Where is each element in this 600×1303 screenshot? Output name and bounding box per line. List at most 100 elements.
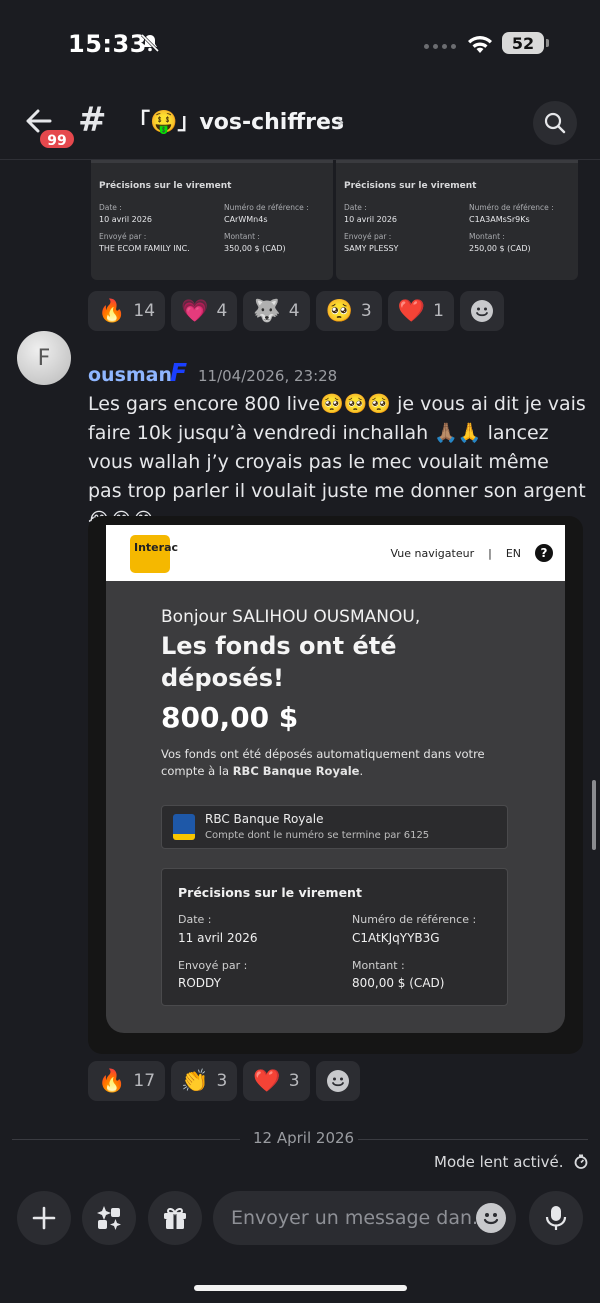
- fire-icon: 🔥: [98, 298, 126, 324]
- add-reaction-button[interactable]: [315, 1061, 360, 1101]
- help-icon: ?: [535, 544, 553, 562]
- sender-value: RODDY: [178, 976, 221, 990]
- headline: Les fonds ont été déposés!: [161, 632, 397, 692]
- reaction-clap[interactable]: 👏 3: [171, 1061, 238, 1101]
- reaction-count: 3: [216, 1071, 228, 1091]
- avatar[interactable]: F: [17, 331, 71, 385]
- scrollbar[interactable]: [592, 780, 596, 850]
- sender-value: THE ECOM FAMILY INC.: [99, 244, 190, 253]
- status-time: 15:33: [68, 30, 147, 58]
- smiley-icon: [326, 1070, 349, 1092]
- voice-message-button[interactable]: [529, 1191, 583, 1245]
- user-tag: F: [170, 358, 188, 387]
- message-input[interactable]: Envoyer un message dan..: [213, 1191, 516, 1245]
- channel-name[interactable]: 「🤑」vos-chiffres: [128, 104, 344, 136]
- sender-label: Envoyé par :: [99, 232, 147, 241]
- transfer-details-box: Précisions sur le virement Date : 11 avr…: [161, 868, 508, 1006]
- bank-account: Compte dont le numéro se termine par 612…: [205, 830, 430, 841]
- bank-account-box: RBC Banque Royale Compte dont le numéro …: [161, 805, 508, 849]
- reaction-heart[interactable]: ❤️ 3: [243, 1061, 310, 1101]
- stopwatch-icon: [574, 1154, 588, 1169]
- signal-icon: [424, 44, 456, 49]
- add-attachment-button[interactable]: [17, 1191, 71, 1245]
- battery-indicator: 52: [502, 32, 549, 54]
- unread-badge: 99: [38, 128, 76, 150]
- date-separator-line: [358, 1139, 588, 1140]
- slow-mode-notice: Mode lent activé.: [434, 1153, 588, 1171]
- ref-value: CArWMn4s: [224, 215, 268, 224]
- search-button[interactable]: [533, 101, 577, 145]
- reaction-count: 17: [133, 1071, 156, 1091]
- reaction-wolf[interactable]: 🐺 4: [243, 291, 310, 331]
- greeting: Bonjour SALIHOU OUSMANOU,: [161, 607, 421, 627]
- deposit-info-end: .: [359, 764, 364, 778]
- rbc-logo-icon: [173, 814, 195, 840]
- browser-view-link: Vue navigateur: [390, 546, 475, 560]
- slow-mode-text: Mode lent activé.: [434, 1153, 564, 1171]
- ref-label: Numéro de référence :: [352, 913, 477, 926]
- red-heart-icon: ❤️: [253, 1068, 281, 1094]
- pleading-face-icon: 🥺: [325, 298, 353, 324]
- microphone-icon: [545, 1206, 567, 1230]
- ref-label: Numéro de référence :: [469, 203, 554, 212]
- smiley-icon: [470, 300, 493, 322]
- home-indicator[interactable]: [194, 1285, 407, 1291]
- ref-value: C1A3AMsSr9Ks: [469, 215, 530, 224]
- interac-body: Bonjour SALIHOU OUSMANOU, Les fonds ont …: [106, 581, 565, 1033]
- reaction-heart[interactable]: ❤️ 1: [387, 291, 454, 331]
- gift-button[interactable]: [148, 1191, 202, 1245]
- wifi-icon: [468, 36, 492, 53]
- ref-value: C1AtKJqYYB3G: [352, 931, 440, 945]
- deposit-amount: 800,00 $: [161, 701, 299, 734]
- pink-heart-icon: 💗: [181, 298, 209, 324]
- amount-value: 250,00 $ (CAD): [469, 244, 531, 253]
- date-separator: 12 April 2026: [253, 1129, 355, 1147]
- ref-label: Numéro de référence :: [224, 203, 309, 212]
- reaction-count: 1: [433, 301, 444, 321]
- reaction-count: 3: [360, 301, 372, 321]
- wolf-icon: 🐺: [253, 298, 281, 324]
- chevron-right-icon[interactable]: ›: [336, 110, 345, 135]
- reactions-row: 🔥 17 👏 3 ❤️ 3: [88, 1061, 360, 1101]
- amount-label: Montant :: [469, 232, 505, 241]
- red-heart-icon: ❤️: [397, 298, 426, 324]
- message-image-attachment[interactable]: Interac Vue navigateur | EN ? Bonjour SA…: [88, 516, 583, 1054]
- add-reaction-button[interactable]: [459, 291, 504, 331]
- deposit-info: Vos fonds ont été déposés automatiquemen…: [161, 746, 501, 780]
- nav-separator: |: [488, 546, 492, 560]
- date-label: Date :: [344, 203, 367, 212]
- reaction-heart-pink[interactable]: 💗 4: [171, 291, 238, 331]
- gift-icon: [164, 1207, 186, 1229]
- date-label: Date :: [99, 203, 122, 212]
- interac-header: Interac Vue navigateur | EN ?: [106, 525, 565, 581]
- hash-icon: #: [78, 100, 107, 140]
- receipt-title: Précisions sur le virement: [344, 181, 477, 191]
- date-separator-line: [12, 1139, 240, 1140]
- apps-button[interactable]: [82, 1191, 136, 1245]
- reaction-fire[interactable]: 🔥 14: [88, 291, 166, 331]
- receipt-title: Précisions sur le virement: [99, 181, 232, 191]
- sender-label: Envoyé par :: [344, 232, 392, 241]
- search-icon: [544, 112, 566, 134]
- sender-label: Envoyé par :: [178, 959, 248, 972]
- emoji-button[interactable]: [476, 1203, 506, 1233]
- message-text: Les gars encore 800 live🥺🥺🥺 je vous ai d…: [88, 393, 586, 531]
- receipt-image-1[interactable]: Précisions sur le virement Date : 10 avri…: [91, 160, 333, 280]
- plus-icon: [32, 1206, 56, 1230]
- reaction-count: 4: [288, 301, 300, 321]
- message-timestamp: 11/04/2026, 23:28: [198, 367, 338, 385]
- reaction-pleading[interactable]: 🥺 3: [315, 291, 382, 331]
- reaction-fire[interactable]: 🔥 17: [88, 1061, 166, 1101]
- amount-label: Montant :: [352, 959, 405, 972]
- language-link: EN: [505, 546, 521, 560]
- clapping-hands-icon: 👏: [181, 1068, 209, 1094]
- reaction-count: 4: [216, 301, 228, 321]
- details-title: Précisions sur le virement: [178, 885, 362, 900]
- amount-label: Montant :: [224, 232, 260, 241]
- amount-value: 800,00 $ (CAD): [352, 976, 445, 990]
- message-placeholder: Envoyer un message dan..: [231, 1207, 485, 1229]
- amount-value: 350,00 $ (CAD): [224, 244, 286, 253]
- username[interactable]: ousman: [88, 364, 172, 386]
- receipt-image-2[interactable]: Précisions sur le virement Date : 10 avri…: [336, 160, 578, 280]
- smiley-icon: [483, 1213, 499, 1225]
